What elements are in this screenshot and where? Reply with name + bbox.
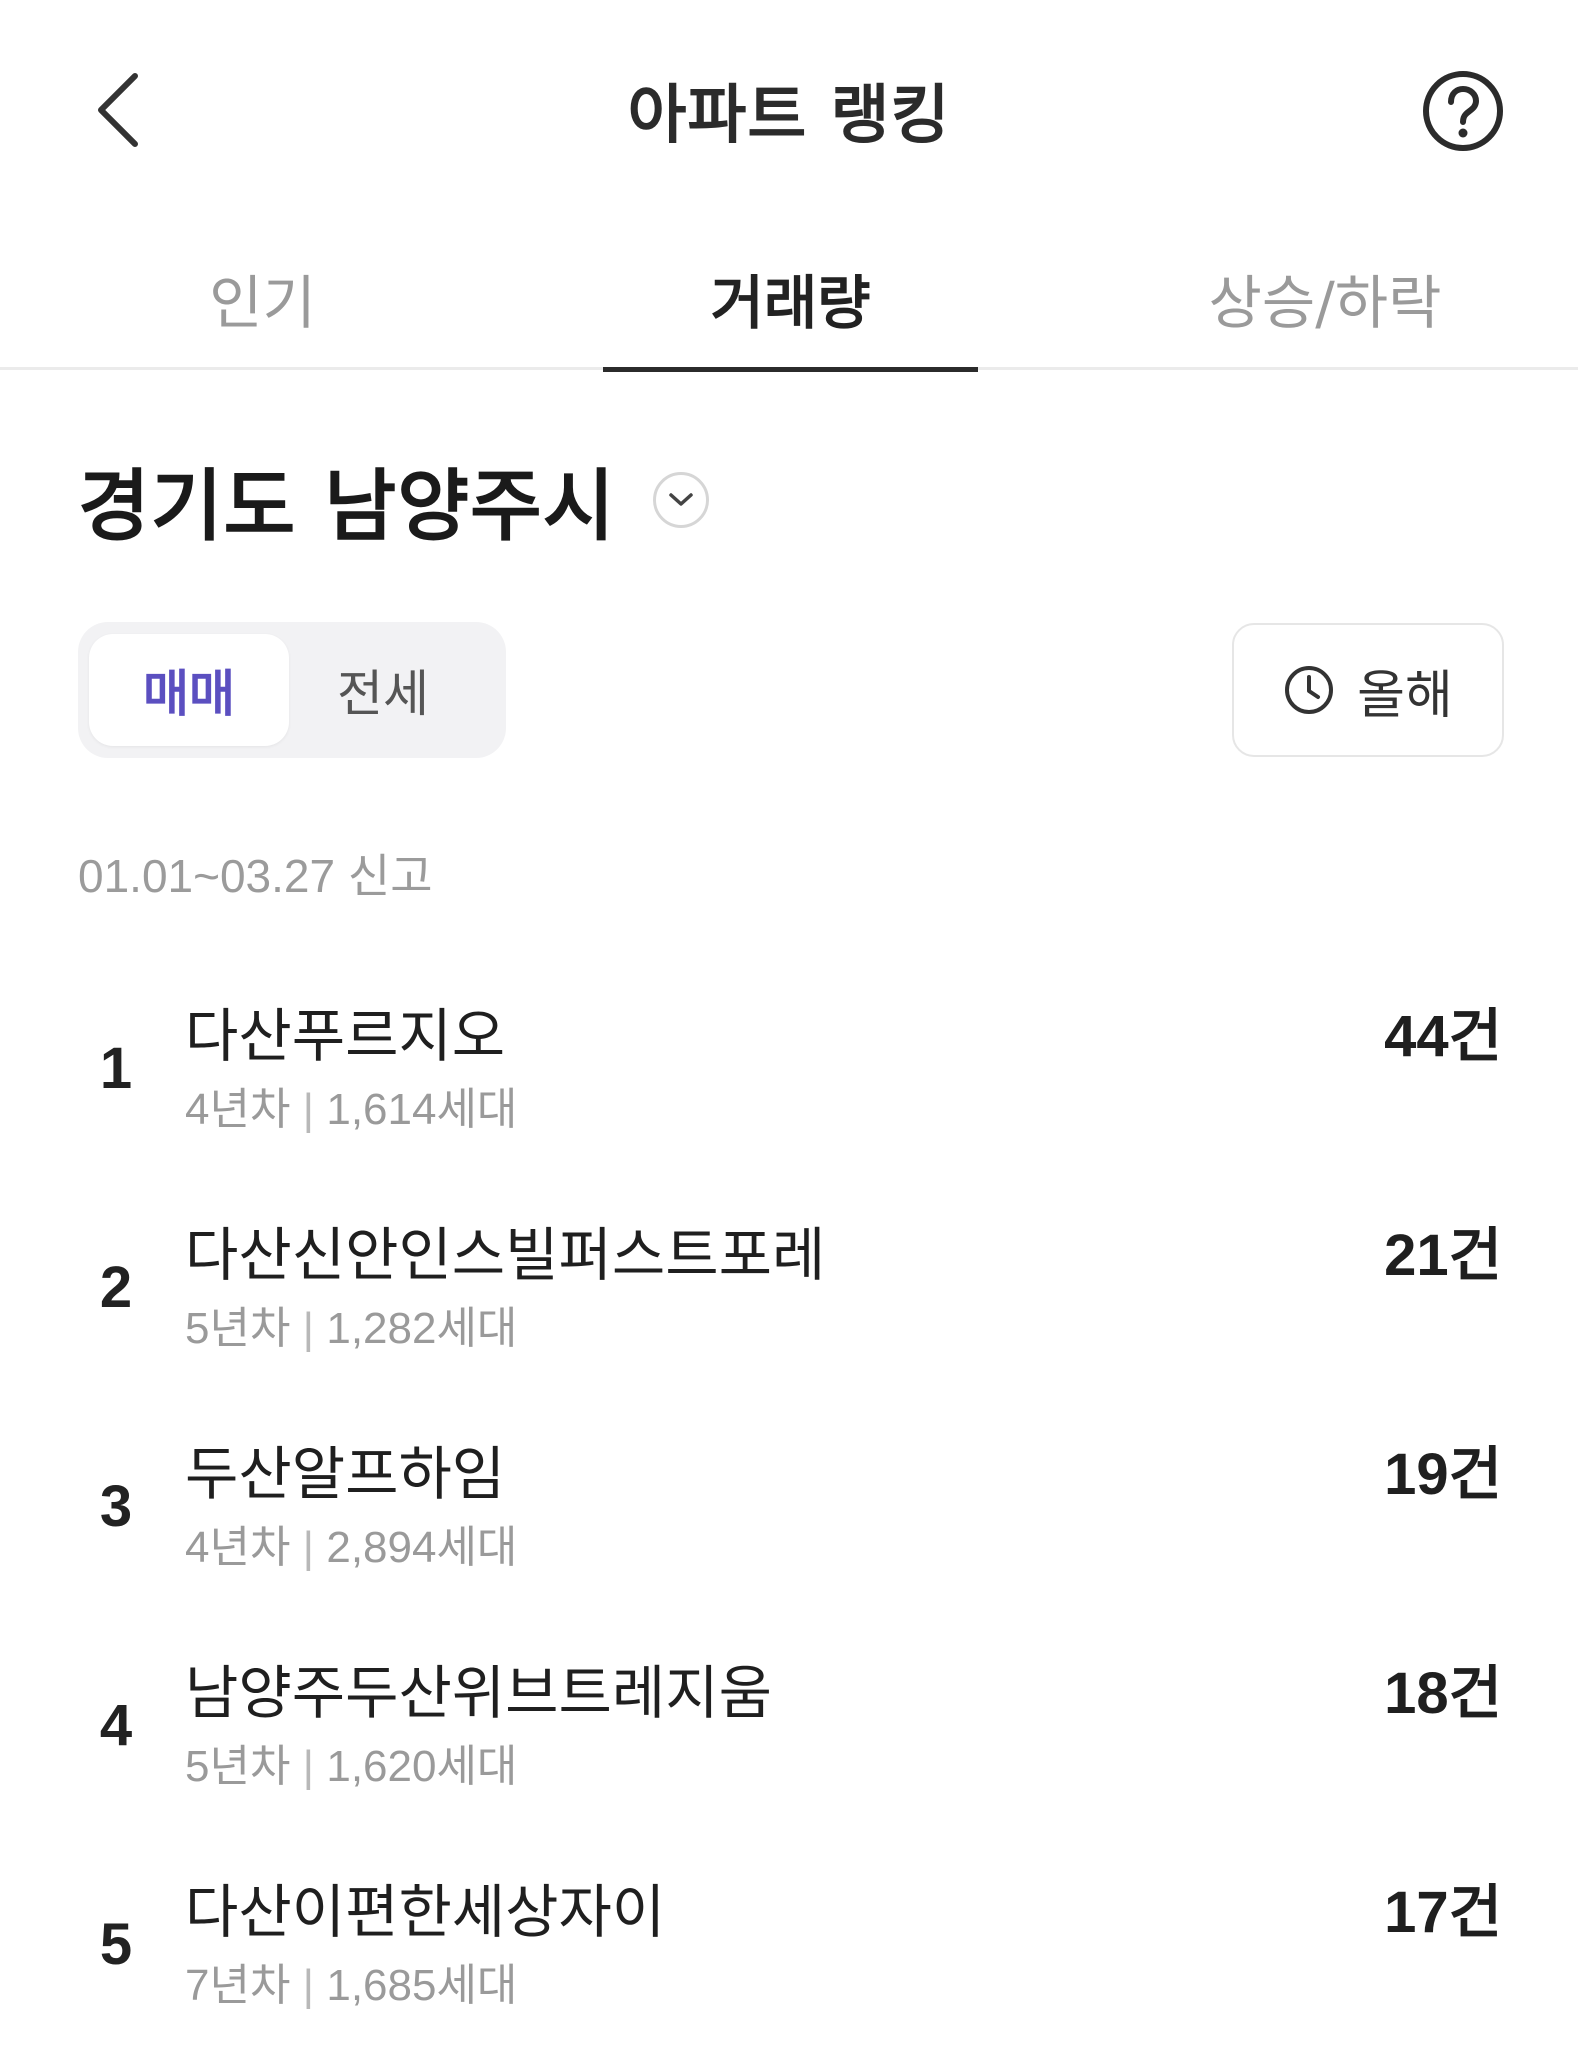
- ranking-item[interactable]: 3 두산알프하임 4년차 | 2,894세대 19건: [0, 1413, 1578, 1632]
- ranking-item[interactable]: 5 다산이편한세상자이 7년차 | 1,685세대 17건: [0, 1851, 1578, 2070]
- apartment-households: 1,614세대: [326, 1085, 518, 1134]
- question-circle-icon: [1423, 71, 1503, 151]
- tab-trade-volume[interactable]: 거래량: [603, 225, 978, 370]
- trade-type-toggle: 매매 전세: [78, 622, 506, 758]
- ranking-item[interactable]: 2 다산신안인스빌퍼스트포레 5년차 | 1,282세대 21건: [0, 1194, 1578, 1413]
- transaction-count: 21건: [1384, 1223, 1502, 1288]
- date-range-text: 01.01~03.27 신고: [78, 850, 433, 902]
- tab-rise-fall[interactable]: 상승/하락: [1125, 225, 1525, 370]
- apartment-age: 5년차: [185, 1304, 291, 1353]
- apartment-households: 2,894세대: [326, 1523, 518, 1572]
- apartment-households: 1,685세대: [326, 1961, 518, 2010]
- active-tab-indicator: [603, 367, 978, 372]
- apartment-age: 4년차: [185, 1085, 291, 1134]
- meta-separator: |: [302, 1304, 315, 1353]
- tab-popular[interactable]: 인기: [30, 225, 495, 370]
- meta-separator: |: [302, 1085, 315, 1134]
- ranking-item[interactable]: 1 다산푸르지오 4년차 | 1,614세대 44건: [0, 975, 1578, 1194]
- ranking-tabs: 인기 거래량 상승/하락: [0, 225, 1578, 372]
- apartment-meta: 5년차 | 1,282세대: [185, 1292, 517, 1356]
- rank-number: 2: [99, 1255, 133, 1320]
- apartment-meta: 5년차 | 1,620세대: [185, 1730, 517, 1794]
- rank-number: 4: [99, 1693, 133, 1758]
- help-button[interactable]: [1418, 66, 1508, 156]
- apartment-meta: 4년차 | 2,894세대: [185, 1511, 517, 1575]
- region-selector[interactable]: 경기도 남양주시: [78, 450, 710, 552]
- rank-number: 5: [99, 1912, 133, 1977]
- apartment-name: 다산푸르지오: [185, 1002, 506, 1070]
- apartment-households: 1,282세대: [326, 1304, 518, 1353]
- apartment-name: 두산알프하임: [185, 1440, 506, 1508]
- apartment-meta: 7년차 | 1,685세대: [185, 1949, 517, 2013]
- ranking-item[interactable]: 4 남양주두산위브트레지움 5년차 | 1,620세대 18건: [0, 1632, 1578, 1851]
- region-dropdown[interactable]: [653, 472, 710, 528]
- chevron-down-icon: [669, 493, 694, 506]
- transaction-count: 17건: [1384, 1880, 1502, 1945]
- transaction-count: 44건: [1384, 1004, 1502, 1069]
- apartment-name: 다산신안인스빌퍼스트포레: [185, 1221, 826, 1289]
- clock-icon: [1285, 666, 1334, 714]
- apartment-age: 7년차: [185, 1961, 291, 2010]
- meta-separator: |: [302, 1742, 315, 1791]
- transaction-count: 18건: [1384, 1661, 1502, 1726]
- region-name: 경기도 남양주시: [78, 462, 616, 552]
- meta-separator: |: [302, 1523, 315, 1572]
- apartment-households: 1,620세대: [326, 1742, 518, 1791]
- period-label: 올해: [1357, 665, 1453, 726]
- rank-number: 1: [99, 1036, 133, 1101]
- period-button[interactable]: 올해: [1232, 623, 1504, 757]
- transaction-count: 19건: [1384, 1442, 1502, 1507]
- ranking-list: 1 다산푸르지오 4년차 | 1,614세대 44건 2 다산신안인스빌퍼스트포…: [0, 975, 1578, 2070]
- apartment-name: 다산이편한세상자이: [185, 1878, 666, 1946]
- trade-type-sale-button[interactable]: 매매: [89, 634, 289, 746]
- apartment-age: 4년차: [185, 1523, 291, 1572]
- app-header: 아파트 랭킹: [0, 0, 1578, 215]
- apartment-meta: 4년차 | 1,614세대: [185, 1073, 517, 1137]
- page-title: 아파트 랭킹: [627, 79, 951, 153]
- meta-separator: |: [302, 1961, 315, 2010]
- apartment-name: 남양주두산위브트레지움: [185, 1659, 772, 1727]
- rank-number: 3: [99, 1474, 133, 1539]
- apartment-age: 5년차: [185, 1742, 291, 1791]
- trade-type-jeonse-button[interactable]: 전세: [283, 634, 483, 746]
